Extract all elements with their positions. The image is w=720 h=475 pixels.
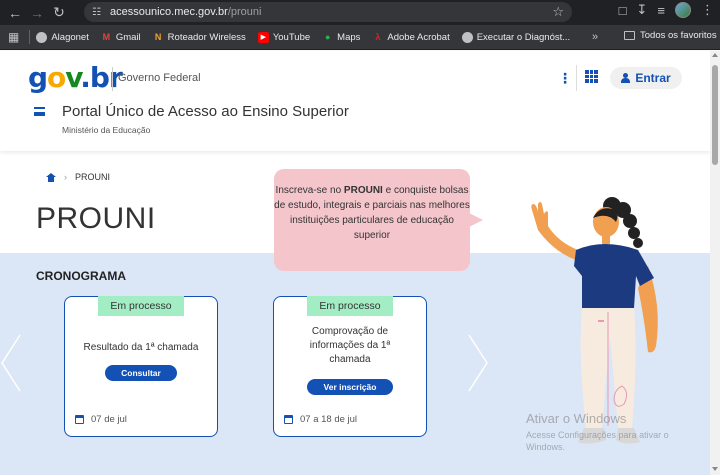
back-icon[interactable]: ← [4,2,26,24]
calendar-icon [284,415,293,424]
youtube-icon: ▶ [257,31,269,43]
router-icon: N [154,31,162,42]
logo-v: v [65,61,81,94]
status-badge: Em processo [307,296,393,316]
bookmark-gmail[interactable]: M Gmail [101,32,141,43]
page-scrollbar[interactable] [710,51,720,475]
page-content: gov.br Governo Federal ⋮ Entrar Portal Ú… [0,51,710,475]
consultar-button[interactable]: Consultar [105,365,177,381]
site-header: gov.br Governo Federal ⋮ Entrar Portal Ú… [0,51,710,151]
globe-icon [461,31,473,43]
chevron-right-icon [468,334,488,392]
schedule-card: Em processo Comprovação de informações d… [273,296,427,437]
bookmark-alagonet[interactable]: Alagonet [36,31,89,43]
breadcrumb: › PROUNI [46,172,110,182]
card-date: 07 de jul [75,414,127,425]
date-label: 07 a 18 de jul [300,414,358,425]
address-bar[interactable]: ☷ acessounico.mec.gov.br/prouni ☆ [84,2,572,22]
acrobat-icon: λ [375,31,381,42]
site-info-icon[interactable]: ☷ [92,7,110,18]
user-icon [621,73,631,83]
watermark-title: Ativar o Windows [526,411,627,426]
download-icon[interactable]: ↧ [637,2,648,18]
bookmark-label: Executar o Diagnóst... [476,31,571,43]
cronograma-title: CRONOGRAMA [36,269,126,283]
extensions-icon[interactable]: □ [619,3,627,18]
bookmark-label: Gmail [115,31,141,43]
watermark-line-1: Acesse Configurações para ativar o [526,430,669,440]
windows-activation-watermark: Ativar o Windows Acesse Configurações pa… [526,411,669,453]
schedule-card: Em processo Resultado da 1ª chamada Cons… [64,296,218,437]
url-path: /prouni [227,6,262,18]
chevron-left-icon [1,334,21,392]
bookmark-youtube[interactable]: ▶ YouTube [257,31,311,43]
breadcrumb-current: PROUNI [75,172,111,182]
logo-o: o [47,61,66,94]
carousel-next-button[interactable] [467,333,489,393]
scroll-up-icon[interactable] [712,53,718,57]
speech-bubble: Inscreva-se no PROUNI e conquiste bolsas… [274,169,470,271]
bookmark-acrobat[interactable]: λ Adobe Acrobat [372,32,449,43]
portal-subtitle: Ministério da Educação [62,125,151,135]
gov-label: Governo Federal [118,72,201,84]
all-bookmarks-button[interactable]: Todos os favoritos [624,30,717,41]
status-badge: Em processo [98,296,184,316]
date-label: 07 de jul [91,414,127,425]
page-title: PROUNI [36,202,156,235]
browser-actions: □ ↧ ≡ ⋮ [619,2,714,18]
more-bookmarks-button[interactable]: » [592,31,598,43]
bookmark-diagnostico[interactable]: Executar o Diagnóst... [461,31,571,43]
scroll-thumb[interactable] [712,65,718,165]
bookmarks-divider [29,30,31,44]
globe-icon [36,31,48,43]
card-date: 07 a 18 de jul [284,414,357,425]
carousel-prev-button[interactable] [0,333,22,393]
login-label: Entrar [635,71,671,85]
portal-title: Portal Único de Acesso ao Ensino Superio… [62,103,349,120]
bookmark-star-icon[interactable]: ☆ [552,4,564,20]
logo-divider [112,67,113,91]
logo-g: g [28,61,48,94]
profile-avatar[interactable] [675,2,691,18]
bubble-text-pre: Inscreva-se no [275,185,344,196]
bookmark-label: YouTube [272,31,311,43]
hamburger-menu-icon[interactable] [34,107,45,116]
bookmarks-bar: ▦ Alagonet M Gmail N Roteador Wireless ▶ Yo… [0,25,720,50]
govbr-logo[interactable]: gov.br [28,61,123,94]
menu-kebab-icon[interactable]: ⋮ [701,2,714,18]
login-button[interactable]: Entrar [610,67,682,89]
bookmark-label: Maps [337,31,361,43]
gmail-icon: M [102,31,111,42]
all-bookmarks-label: Todos os favoritos [640,30,717,41]
bookmark-roteador[interactable]: N Roteador Wireless [153,32,246,43]
apps-grid-icon[interactable]: ▦ [8,30,19,44]
more-options-icon[interactable]: ⋮ [558,70,572,87]
bookmark-label: Roteador Wireless [167,31,246,43]
bookmark-maps[interactable]: ● Maps [322,32,360,43]
calendar-icon [75,415,84,424]
ver-inscricao-button[interactable]: Ver inscrição [307,379,393,395]
folder-icon [624,31,635,40]
url-host: acessounico.mec.gov.br [110,6,228,18]
bookmark-label: Adobe Acrobat [387,31,450,43]
maps-icon: ● [324,31,331,42]
card-text: Comprovação de informações da 1ª chamada [309,326,391,365]
header-divider [576,65,577,91]
chevron-right-icon: › [64,172,67,182]
forward-icon[interactable]: → [26,2,48,24]
card-text: Resultado da 1ª chamada [83,342,199,353]
media-icon[interactable]: ≡ [657,3,665,18]
logo-br: br [89,61,123,94]
watermark-line-2: Windows. [526,442,566,452]
reload-icon[interactable]: ↻ [48,2,70,24]
logo-dot: . [80,61,91,94]
speech-bubble-tail [469,213,483,227]
browser-toolbar: ← → ↻ ☷ acessounico.mec.gov.br/prouni ☆ … [0,0,720,25]
bubble-text-bold: PROUNI [343,185,383,196]
bookmark-label: Alagonet [51,31,89,43]
scroll-down-icon[interactable] [712,467,718,471]
home-icon[interactable] [46,172,56,182]
apps-grid-icon[interactable] [585,70,598,83]
